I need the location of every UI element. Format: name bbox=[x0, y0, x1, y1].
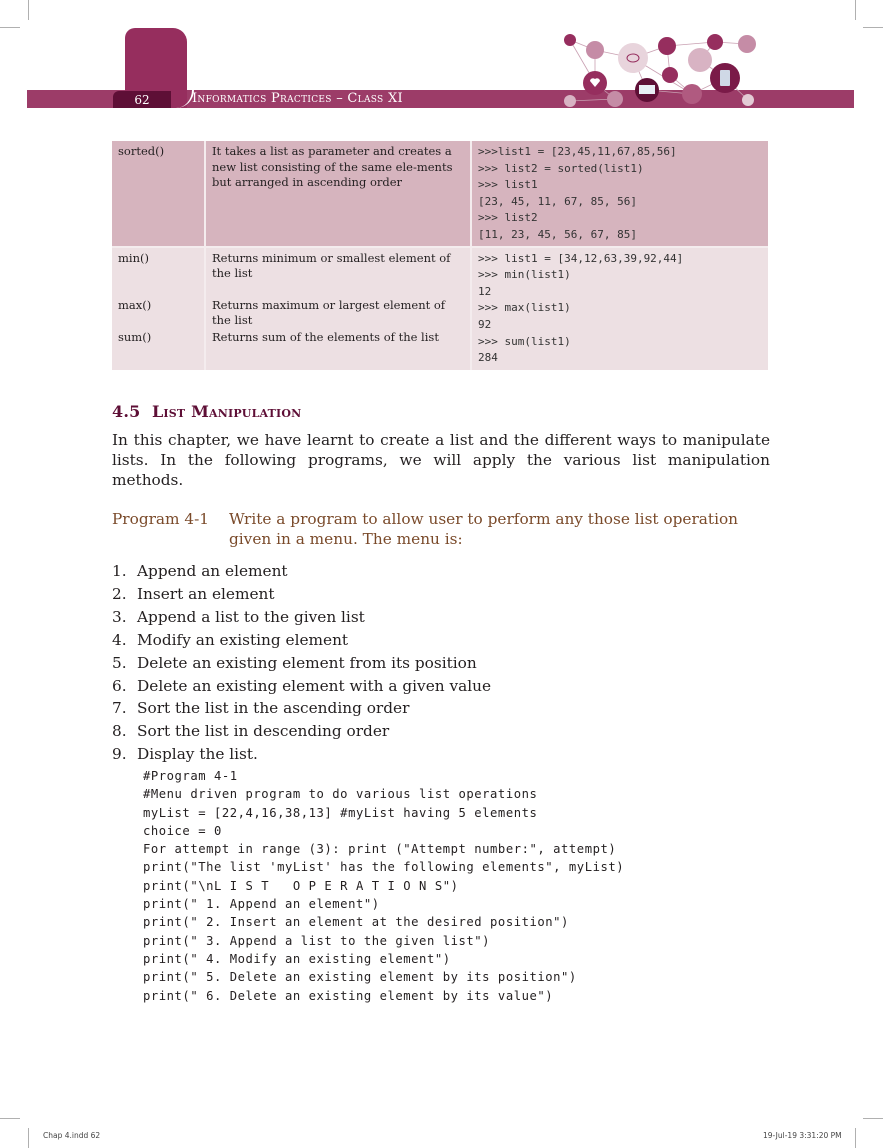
table-row: sorted() It takes a list as parameter an… bbox=[112, 141, 768, 247]
code-line: #Menu driven program to do various list … bbox=[143, 787, 538, 802]
list-item: 2. Insert an element bbox=[112, 584, 275, 603]
code-line: 92 bbox=[478, 317, 492, 331]
function-example: >>>list1 = [23,45,11,67,85,56] >>> list2… bbox=[471, 141, 768, 247]
code-line: print("\nL I S T O P E R A T I O N S") bbox=[143, 878, 459, 893]
code-line: >>> sum(list1) bbox=[478, 334, 571, 348]
code-line: 12 bbox=[478, 284, 492, 298]
code-line: print("The list 'myList' has the followi… bbox=[143, 860, 625, 875]
smiley-icon bbox=[742, 94, 754, 106]
hand-icon bbox=[658, 37, 676, 55]
list-functions-table: sorted() It takes a list as parameter an… bbox=[112, 141, 768, 370]
code-line: [23, 45, 11, 67, 85, 56] bbox=[478, 194, 637, 208]
section-paragraph: In this chapter, we have learnt to creat… bbox=[112, 431, 770, 489]
section-title: List Manipulation bbox=[151, 402, 302, 421]
code-line: 284 bbox=[478, 351, 498, 365]
code-line: >>> max(list1) bbox=[478, 301, 571, 315]
function-description: Returns minimum or smallest element of t… bbox=[212, 250, 451, 281]
code-line: >>> list1 bbox=[478, 178, 538, 192]
code-listing: #Program 4-1 #Menu driven program to do … bbox=[143, 767, 624, 1005]
function-name: sum() bbox=[118, 329, 152, 344]
page-number: 62 bbox=[134, 93, 150, 107]
list-item: 3. Append a list to the given list bbox=[112, 607, 365, 626]
function-description: Returns maximum or largest element of th… bbox=[212, 297, 446, 328]
footer-timestamp: 19-Jul-19 3:31:20 PM bbox=[763, 1131, 842, 1140]
mail-icon bbox=[564, 34, 576, 46]
section-heading: 4.5 List Manipulation bbox=[112, 402, 301, 421]
code-line: myList = [22,4,16,38,13] #myList having … bbox=[143, 805, 538, 820]
crop-mark bbox=[28, 0, 29, 20]
function-name: min() bbox=[118, 250, 149, 265]
list-item: 7. Sort the list in the ascending order bbox=[112, 699, 410, 718]
crop-mark bbox=[863, 27, 883, 28]
microphone-icon bbox=[564, 95, 576, 107]
list-item: 9. Display the list. bbox=[112, 745, 258, 764]
code-line: print(" 1. Append an element") bbox=[143, 897, 380, 912]
crop-mark bbox=[863, 1118, 883, 1119]
function-name: max() bbox=[118, 297, 152, 312]
list-item: 8. Sort the list in descending order bbox=[112, 722, 390, 741]
crop-mark bbox=[855, 0, 856, 20]
code-line: >>>list1 = [23,45,11,67,85,56] bbox=[478, 145, 677, 158]
function-description: It takes a list as parameter and creates… bbox=[205, 141, 472, 247]
list-item: 5. Delete an existing element from its po… bbox=[112, 653, 477, 672]
code-line: print(" 2. Insert an element at the desi… bbox=[143, 915, 569, 930]
book-title: Informatics Practices – Class XI bbox=[192, 91, 403, 106]
list-item: 6. Delete an existing element with a give… bbox=[112, 676, 492, 695]
thumbs-up-icon bbox=[662, 67, 678, 83]
network-illustration bbox=[564, 34, 756, 107]
list-item: 4. Modify an existing element bbox=[112, 630, 349, 649]
header-tab-curve bbox=[170, 28, 194, 108]
program-description: Write a program to allow user to perform… bbox=[229, 510, 739, 548]
section-number: 4.5 bbox=[112, 402, 141, 421]
code-line: >>> list2 bbox=[478, 211, 538, 225]
chat-icon bbox=[618, 43, 648, 73]
rss-icon bbox=[682, 84, 702, 104]
function-description: Returns sum of the elements of the list bbox=[212, 329, 439, 344]
code-line: print(" 5. Delete an existing element by… bbox=[143, 970, 577, 985]
crop-mark bbox=[0, 1118, 20, 1119]
code-line: >>> list2 = sorted(list1) bbox=[478, 161, 644, 175]
menu-list: 1. Append an element 2. Insert an element … bbox=[112, 560, 491, 766]
crop-mark bbox=[855, 1128, 856, 1148]
table-row: min() max() sum() Returns minimum or sma… bbox=[112, 246, 768, 370]
code-line: >>> list1 = [34,12,63,39,92,44] bbox=[478, 251, 684, 265]
code-line: [11, 23, 45, 56, 67, 85] bbox=[478, 227, 637, 241]
function-name: sorted() bbox=[118, 144, 165, 158]
code-line: >>> min(list1) bbox=[478, 268, 571, 282]
crop-mark bbox=[0, 27, 20, 28]
megaphone-icon bbox=[586, 41, 604, 59]
person-icon bbox=[688, 48, 712, 72]
cloud-icon bbox=[607, 91, 623, 107]
video-icon bbox=[738, 35, 756, 53]
program-label: Program 4-1 bbox=[112, 510, 210, 528]
function-example: >>> list1 = [34,12,63,39,92,44] >>> min(… bbox=[471, 246, 768, 370]
code-line: For attempt in range (3): print ("Attemp… bbox=[143, 842, 617, 857]
footer-file-name: Chap 4.indd 62 bbox=[43, 1131, 101, 1140]
code-line: print(" 6. Delete an existing element by… bbox=[143, 988, 554, 1003]
code-line: #Program 4-1 bbox=[143, 769, 238, 783]
code-line: choice = 0 bbox=[143, 823, 222, 838]
user-icon bbox=[707, 34, 723, 50]
code-line: print(" 4. Modify an existing element") bbox=[143, 951, 451, 966]
crop-mark bbox=[28, 1128, 29, 1148]
code-line: print(" 3. Append a list to the given li… bbox=[143, 933, 491, 948]
list-item: 1. Append an element bbox=[112, 562, 288, 580]
